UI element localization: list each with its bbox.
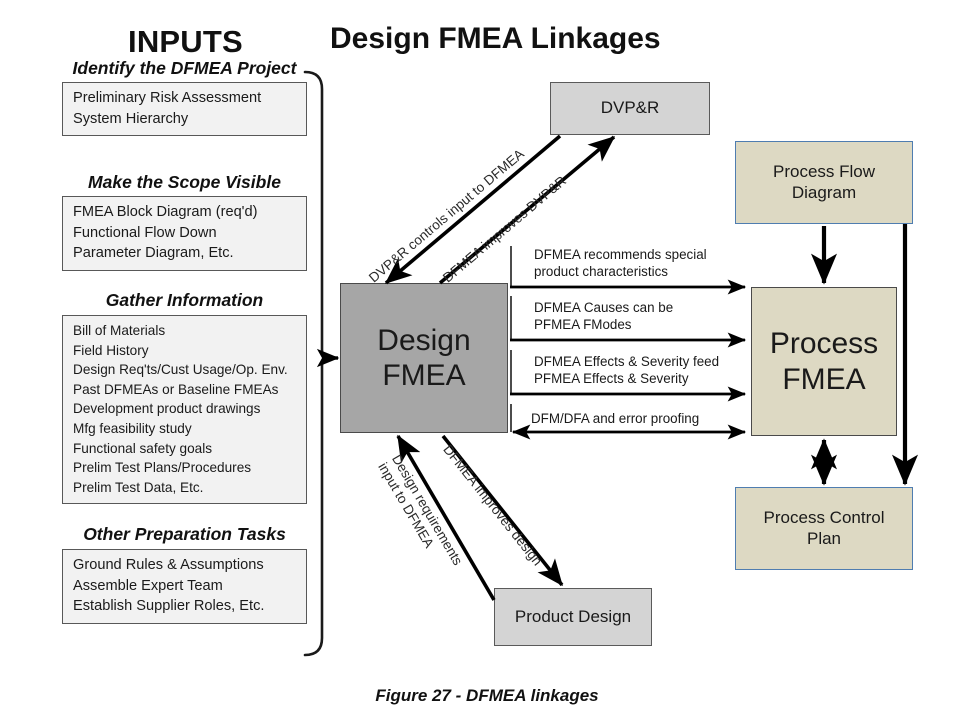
label-line1: DFMEA Causes can be	[534, 300, 674, 315]
diagram-canvas: INPUTS Design FMEA Linkages Figure 27 - …	[0, 0, 974, 726]
label-line1: DFM/DFA and error proofing	[531, 411, 700, 426]
label-line2: PFMEA Effects & Severity	[534, 371, 689, 386]
connectors-layer	[303, 70, 919, 657]
label-effects-severity: DFMEA Effects & Severity feed PFMEA Effe…	[534, 353, 719, 387]
inputs-bracket	[303, 70, 332, 657]
label-causes-fmodes: DFMEA Causes can be PFMEA FModes	[534, 299, 673, 333]
label-line2: PFMEA FModes	[534, 317, 632, 332]
label-dfm-dfa: DFM/DFA and error proofing	[531, 410, 699, 427]
label-line1: DFMEA Effects & Severity feed	[534, 354, 720, 369]
label-line2: product characteristics	[534, 264, 668, 279]
label-special-characteristics: DFMEA recommends special product charact…	[534, 246, 707, 280]
label-line1: DFMEA recommends special	[534, 247, 707, 262]
